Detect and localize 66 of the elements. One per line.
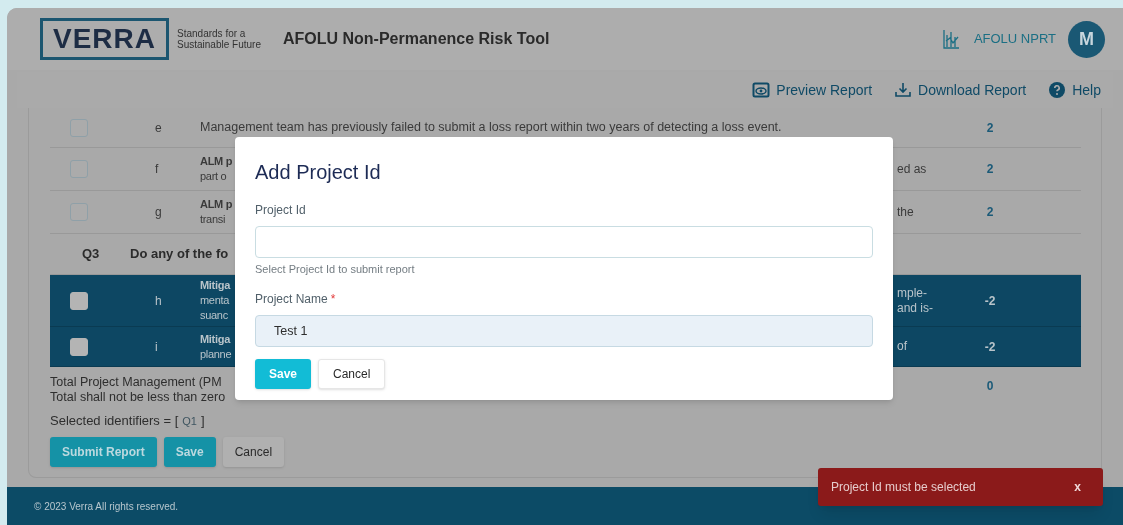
dialog-title: Add Project Id [255,160,382,185]
row-text: part o [200,169,227,184]
row-text: ed as [897,161,928,177]
field-label: Project Id [255,202,306,219]
chart-icon [941,29,960,49]
row-text: transi [200,212,226,227]
help-button[interactable]: Help [1048,79,1101,101]
checkbox[interactable] [70,160,88,178]
row-letter: h [154,292,163,310]
checkbox[interactable] [70,203,88,221]
cancel-button[interactable]: Cancel [222,436,285,467]
total-score: 0 [985,378,995,395]
app-title: AFOLU Non-Permanence Risk Tool [282,29,550,49]
row-score: -2 [983,292,997,310]
row-text: ALM p [200,197,233,212]
identifier-tag: Q1 [182,412,197,429]
row-text: ALM p [200,154,233,169]
save-button[interactable]: Save [255,358,312,389]
summary-text: Total shall not be less than zero [50,390,227,405]
checkbox[interactable] [70,337,88,356]
copyright-text: © 2023 Verra All rights reserved. [34,499,179,514]
row-score: 2 [985,119,995,137]
field-label: Project Name [255,290,328,308]
cancel-button[interactable]: Cancel [318,358,386,389]
row-letter: f [154,161,160,178]
row-text: and is- [897,300,935,316]
row-text: suanc [200,308,228,323]
submit-button[interactable]: Save [163,436,216,467]
row-text: menta [200,293,230,308]
row-text: of [897,339,908,354]
row-text: planne [200,346,232,362]
field-hint: Select Project Id to submit report [255,262,416,277]
user-avatar[interactable]: M [1068,20,1105,58]
identifiers-bracket: ] [200,412,205,430]
eye-icon [752,81,771,99]
summary-text: Total Project Management (PM [50,375,223,390]
row-text: the [897,204,915,220]
required-mark: * [330,290,336,308]
logo: VERRA [40,18,169,60]
app-name-link[interactable]: AFOLU NPRT [973,29,1056,49]
row-score: 2 [985,204,995,221]
row-text: Mitiga [200,331,230,347]
row-score: 2 [985,161,995,178]
row-text: Mitiga [200,278,230,293]
toast-message: Project Id must be selected [831,479,976,496]
row-letter: e [154,119,163,137]
row-text: mple- [897,285,928,301]
tagline: Sustainable Future [177,39,261,50]
tagline: Standards for a [177,28,247,39]
checkbox[interactable] [70,118,88,137]
identifiers-label: Selected identifiers = [ [50,412,179,430]
row-letter: g [154,204,163,221]
close-button[interactable]: x [1074,478,1081,496]
download-icon [894,81,913,99]
download-button[interactable]: Download Report [894,79,1027,101]
row-text: Management team has previously failed to submit a loss report within two years of detecting a loss event. [200,119,783,137]
checkbox[interactable] [70,291,88,310]
row-letter: i [154,338,159,356]
question-text: Do any of the fo [130,245,230,264]
help-icon [1048,81,1067,99]
input-field[interactable]: Test 1 [255,314,873,347]
question-id: Q3 [81,245,101,264]
preview-button[interactable]: Preview Report [752,79,873,101]
input-field[interactable] [255,226,873,258]
submit-button[interactable]: Submit Report [50,436,157,467]
row-score: -2 [983,338,997,356]
